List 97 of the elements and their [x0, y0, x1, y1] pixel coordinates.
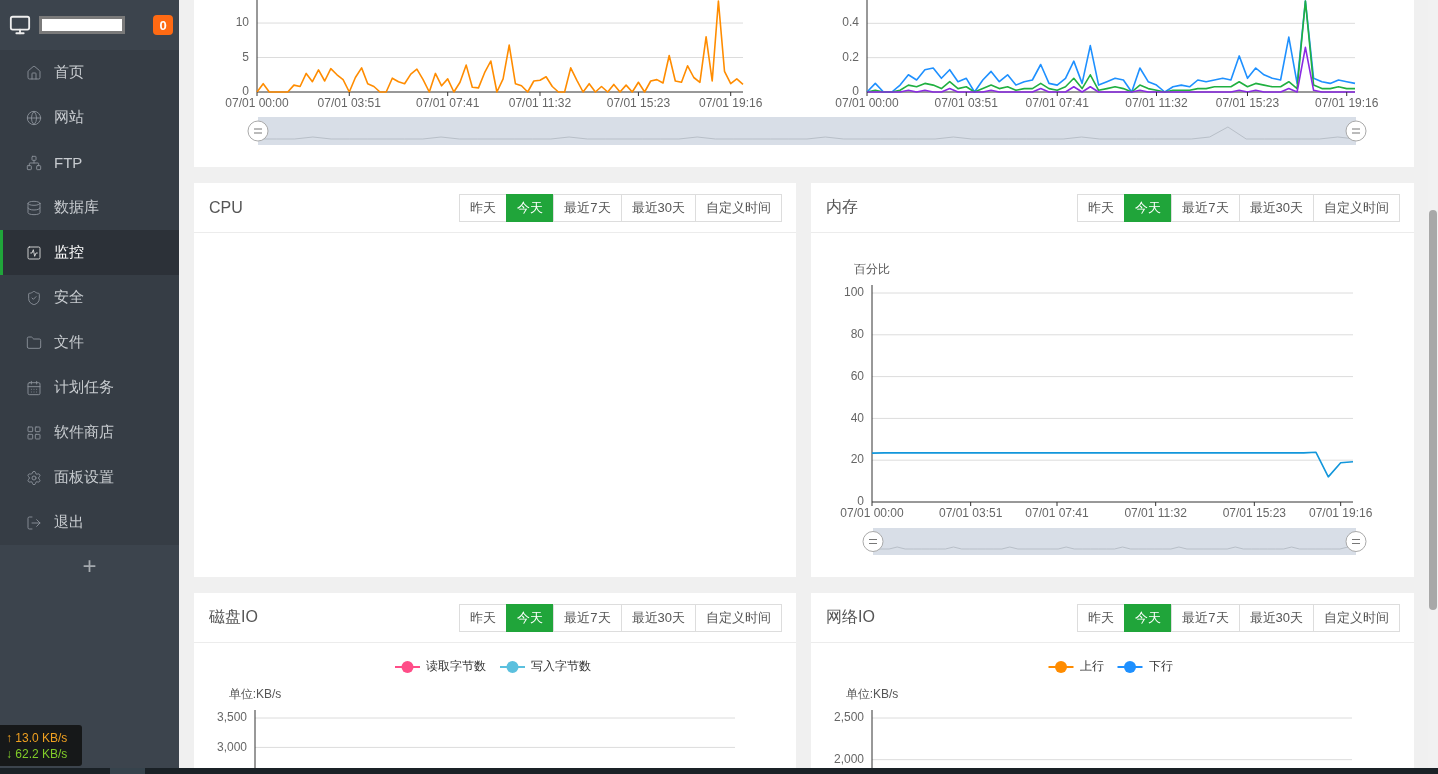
axis-label: 07/01 00:00	[840, 506, 904, 520]
axis-label: 80	[850, 326, 864, 341]
axis-label: 10	[235, 15, 249, 30]
range-tab[interactable]: 最近7天	[553, 193, 622, 222]
monitor-icon	[9, 14, 31, 36]
shield-icon	[26, 289, 42, 306]
settings-icon	[26, 469, 42, 486]
nav-item[interactable]: FTP	[0, 140, 179, 185]
legend-label: 上行	[1079, 659, 1104, 674]
axis-title: 单位:KB/s	[845, 687, 899, 702]
axis-label: 07/01 15:23	[1215, 96, 1280, 110]
add-button[interactable]: +	[76, 551, 103, 581]
nav-item[interactable]: 网站	[0, 95, 179, 140]
axis-label: 07/01 19:16	[699, 96, 763, 110]
axis-label: 5	[242, 49, 249, 64]
axis-label: 07/01 03:51	[938, 506, 1003, 520]
nav-item[interactable]: 文件	[0, 320, 179, 365]
axis-label: 3,000	[216, 739, 247, 754]
axis-label: 20	[850, 452, 864, 467]
axis-label: 0.2	[842, 49, 859, 64]
card-title: 内存	[826, 197, 858, 217]
axis-label: 07/01 11:32	[1124, 506, 1187, 520]
nav-item[interactable]: 退出	[0, 500, 179, 545]
range-tab[interactable]: 昨天	[1077, 603, 1126, 632]
range-tab[interactable]: 最近7天	[553, 603, 622, 632]
nav-item[interactable]: 软件商店	[0, 410, 179, 455]
y-axis	[871, 709, 873, 768]
range-tab[interactable]: 昨天	[459, 193, 508, 222]
legend-item[interactable]: 下行	[1116, 659, 1173, 674]
axis-label: 2,000	[833, 751, 864, 766]
axis-label: 60	[850, 368, 864, 383]
axis-label: 40	[850, 410, 864, 425]
axis-label: 07/01 00:00	[225, 96, 289, 110]
card-title: 磁盘IO	[209, 607, 258, 627]
range-tab[interactable]: 最近7天	[1171, 193, 1240, 222]
axis-label: 07/01 19:16	[1308, 506, 1373, 520]
axis-label: 07/01 11:32	[508, 96, 572, 110]
grid-icon	[26, 424, 42, 441]
legend-label: 下行	[1148, 659, 1173, 674]
range-tab[interactable]: 自定义时间	[1313, 193, 1400, 222]
axis-label: 3,500	[216, 710, 247, 725]
range-tab[interactable]: 自定义时间	[695, 193, 782, 222]
legend-item[interactable]: 读取字节数	[394, 659, 486, 674]
y-axis	[254, 709, 256, 768]
range-tab[interactable]: 自定义时间	[1313, 603, 1400, 632]
legend-item[interactable]: 上行	[1047, 659, 1104, 674]
nav-item[interactable]: 数据库	[0, 185, 179, 230]
nav-item[interactable]: 计划任务	[0, 365, 179, 410]
axis-label: 07/01 07:41	[1025, 96, 1089, 110]
nav-item[interactable]: 面板设置	[0, 455, 179, 500]
axis-title: 单位:KB/s	[228, 687, 282, 702]
network-icon	[26, 154, 42, 171]
axis-label: 100	[843, 285, 864, 300]
range-tab[interactable]: 昨天	[459, 603, 508, 632]
axis-label: 07/01 07:41	[416, 96, 480, 110]
legend-label: 读取字节数	[426, 659, 486, 674]
card-title: CPU	[209, 198, 243, 217]
legend-item[interactable]: 写入字节数	[499, 659, 591, 674]
slider-handle[interactable]	[1345, 531, 1367, 552]
house-icon	[26, 64, 42, 81]
axis-label: 07/01 19:16	[1315, 96, 1379, 110]
folder-icon	[26, 334, 42, 351]
axis-label: 07/01 03:51	[934, 96, 998, 110]
axis-label: 0	[852, 84, 859, 99]
nav-item[interactable]: 首页	[0, 50, 179, 95]
axis-label: 07/01 15:23	[1222, 506, 1287, 520]
range-tab[interactable]: 昨天	[1077, 193, 1126, 222]
range-tab[interactable]: 最近7天	[1171, 603, 1240, 632]
range-tab[interactable]: 最近30天	[1238, 193, 1314, 222]
axis-label: 07/01 11:32	[1125, 96, 1188, 110]
range-tab[interactable]: 最近30天	[620, 193, 696, 222]
axis-label: 07/01 07:41	[1025, 506, 1089, 520]
globe-icon	[26, 109, 42, 126]
axis-label: 07/01 00:00	[835, 96, 899, 110]
card-title: 网络IO	[826, 607, 875, 627]
axis-label: 07/01 15:23	[606, 96, 671, 110]
database-icon	[26, 199, 42, 216]
range-tab[interactable]: 自定义时间	[695, 603, 782, 632]
logout-icon	[26, 514, 42, 531]
legend-label: 写入字节数	[531, 659, 591, 674]
axis-label: 07/01 03:51	[317, 96, 381, 110]
slider-handle[interactable]	[862, 531, 884, 552]
slider-handle[interactable]	[1345, 120, 1367, 142]
calendar-icon	[26, 379, 42, 396]
upload-speed: ↑ 13.0 KB/s	[6, 730, 69, 745]
nav-item[interactable]: 安全	[0, 275, 179, 320]
range-tab[interactable]: 最近30天	[620, 603, 696, 632]
range-tab[interactable]: 最近30天	[1238, 603, 1314, 632]
slider-handle[interactable]	[247, 120, 269, 142]
axis-title: 百分比	[854, 262, 890, 277]
axis-label: 0.4	[842, 15, 859, 30]
chart-icon	[26, 244, 42, 261]
axis-label: 2,500	[833, 710, 864, 725]
axis-label: 0	[242, 84, 249, 99]
axis-label: 0	[857, 494, 864, 509]
download-speed: ↓ 62.2 KB/s	[6, 746, 69, 761]
nav-item[interactable]: 监控	[0, 230, 179, 275]
